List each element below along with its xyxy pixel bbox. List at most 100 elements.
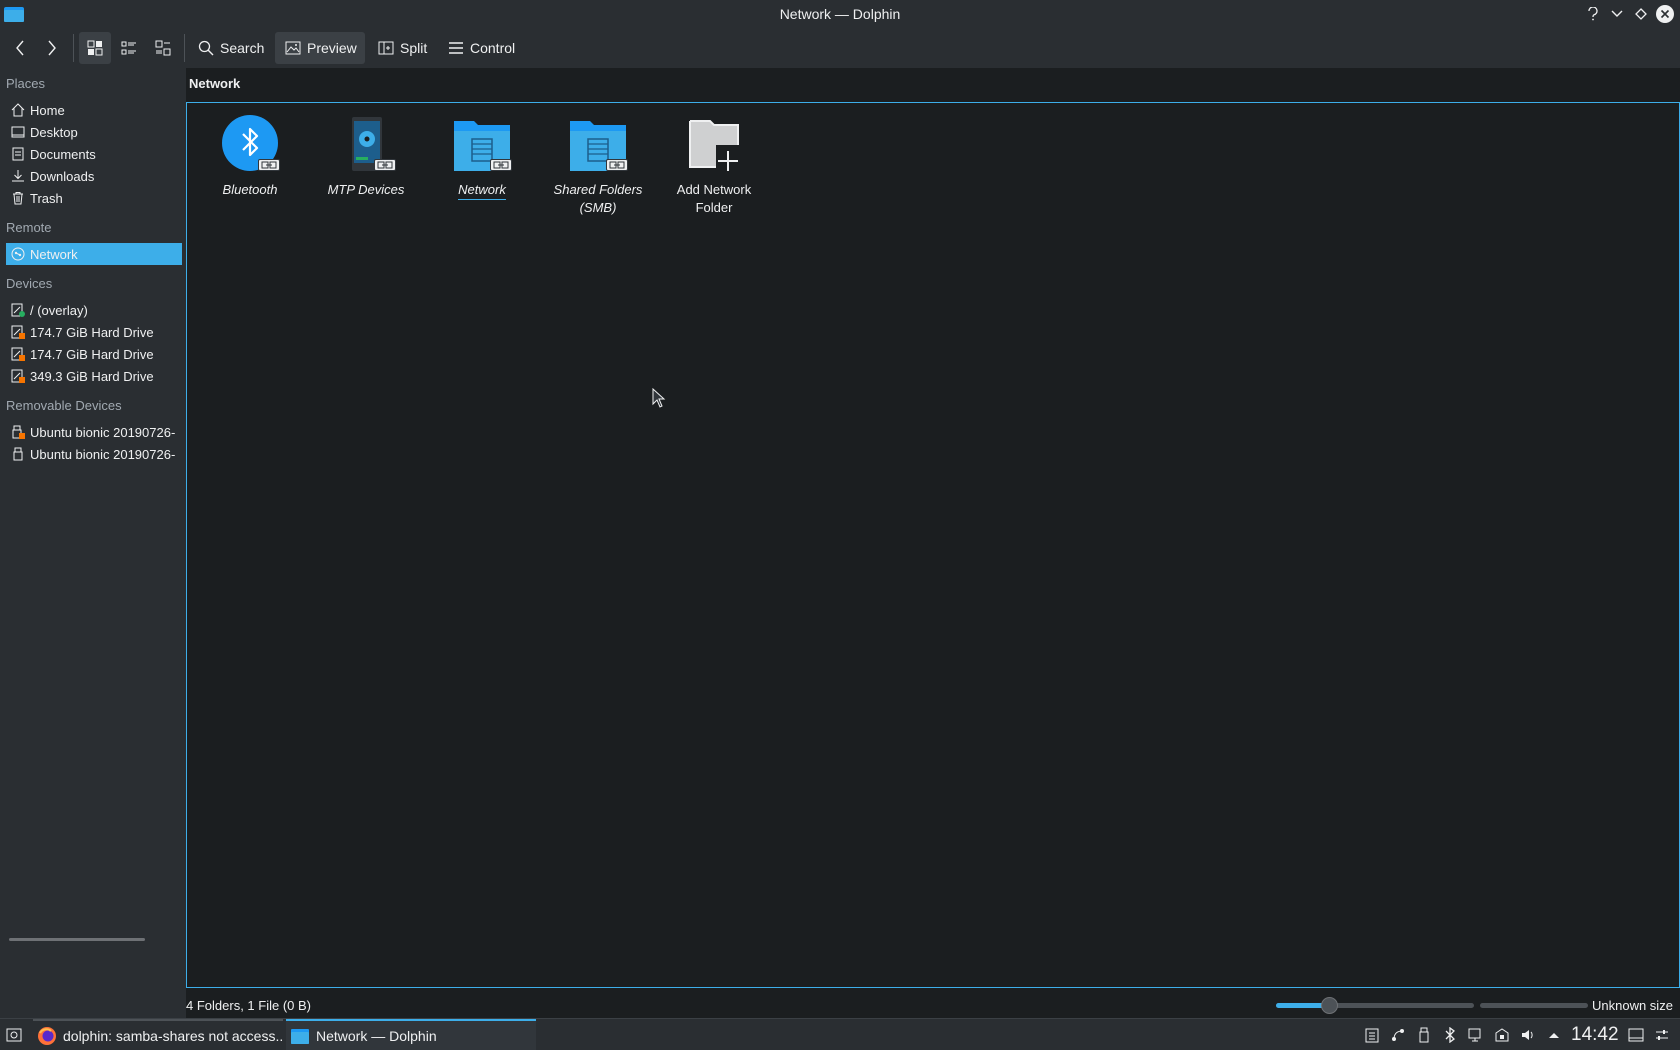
sidebar-item-desktop[interactable]: Desktop (6, 121, 182, 143)
icons-view-icon (87, 40, 103, 56)
chevron-right-icon (48, 40, 56, 56)
task-dolphin[interactable]: Network — Dolphin (286, 1019, 536, 1050)
title-bar: Network — Dolphin (0, 0, 1680, 28)
item-label: MTP Devices (327, 182, 405, 197)
clipboard-icon[interactable] (1364, 1027, 1380, 1043)
bluetooth-tray-icon[interactable] (1442, 1027, 1458, 1043)
mouse-cursor-icon (652, 388, 666, 408)
sidebar-item-label: Downloads (30, 168, 95, 184)
updates-icon[interactable] (1494, 1027, 1510, 1043)
compact-view-button[interactable] (113, 32, 145, 64)
sidebar-item-hard-drive-2[interactable]: 174.7 GiB Hard Drive (6, 343, 182, 365)
item-add-network-folder[interactable]: Add Network Folder (658, 113, 770, 217)
item-bluetooth[interactable]: Bluetooth (194, 113, 306, 199)
item-shared-folders-smb[interactable]: Shared Folders (SMB) (542, 113, 654, 217)
details-view-icon (155, 40, 171, 56)
close-button[interactable] (1656, 5, 1674, 23)
add-folder-icon (682, 113, 746, 177)
trash-icon (10, 190, 26, 206)
show-desktop-icon[interactable] (1628, 1027, 1644, 1043)
taskbar: dolphin: samba-shares not access... Netw… (0, 1018, 1680, 1050)
places-header: Places (6, 76, 46, 91)
sidebar-item-trash[interactable]: Trash (6, 187, 182, 209)
sidebar-item-usb-1[interactable]: Ubuntu bionic 20190726- (6, 421, 182, 443)
sidebar-item-label: Documents (30, 146, 96, 162)
zoom-slider-handle[interactable] (1321, 997, 1339, 1014)
downloads-icon (10, 168, 26, 184)
compact-view-icon (121, 41, 136, 55)
application-launcher-icon[interactable] (6, 1027, 22, 1043)
link-badge-icon (258, 159, 280, 171)
image-icon (285, 41, 301, 55)
zoom-slider[interactable] (1276, 997, 1474, 1014)
sidebar-item-label: Ubuntu bionic 20190726- (30, 424, 176, 440)
item-label: Add Network Folder (676, 182, 752, 215)
sidebar-item-usb-2[interactable]: Ubuntu bionic 20190726- (6, 443, 182, 465)
panel-settings-icon[interactable] (1654, 1027, 1670, 1043)
sidebar-item-home[interactable]: Home (6, 99, 182, 121)
link-badge-icon (374, 159, 396, 171)
link-badge-icon (606, 159, 628, 171)
sidebar-item-label: Desktop (30, 124, 78, 140)
desktop-icon (10, 124, 26, 140)
item-label: Network (458, 181, 506, 200)
split-button[interactable]: Split (372, 32, 434, 64)
network-folder-icon (450, 113, 514, 177)
network-tray-icon[interactable] (1468, 1027, 1484, 1043)
task-firefox[interactable]: dolphin: samba-shares not access... (33, 1019, 283, 1050)
help-button[interactable] (1584, 5, 1602, 23)
control-menu-button[interactable]: Control (442, 32, 522, 64)
usb-icon (10, 446, 26, 462)
toolbar-separator (73, 34, 74, 62)
item-mtp-devices[interactable]: MTP Devices (310, 113, 422, 199)
network-folder-icon (566, 113, 630, 177)
mtp-device-icon (334, 113, 398, 177)
bluetooth-icon (218, 113, 282, 177)
sidebar-item-hard-drive-3[interactable]: 349.3 GiB Hard Drive (6, 365, 182, 387)
sidebar-item-label: Trash (30, 190, 63, 206)
item-network[interactable]: Network (426, 113, 538, 200)
icons-view-button[interactable] (79, 32, 111, 64)
location-breadcrumb[interactable]: Network (189, 76, 240, 91)
toolbar-separator (184, 34, 185, 62)
window-title: Network — Dolphin (779, 6, 901, 22)
details-view-button[interactable] (147, 32, 179, 64)
sidebar-item-documents[interactable]: Documents (6, 143, 182, 165)
free-space-bar (1480, 1003, 1588, 1008)
task-label: dolphin: samba-shares not access... (63, 1028, 283, 1044)
sidebar-item-hard-drive-1[interactable]: 174.7 GiB Hard Drive (6, 321, 182, 343)
sidebar-item-downloads[interactable]: Downloads (6, 165, 182, 187)
free-space-label: Unknown size (1592, 998, 1673, 1013)
clock[interactable]: 14:42 (1571, 1024, 1619, 1046)
sidebar-item-label: 349.3 GiB Hard Drive (30, 368, 154, 384)
sidebar-item-label: 174.7 GiB Hard Drive (30, 346, 154, 362)
panel-resize-handle[interactable] (9, 938, 145, 941)
drive-icon (10, 346, 26, 362)
drive-icon (10, 324, 26, 340)
hamburger-menu-icon (449, 42, 463, 54)
network-icon (10, 246, 26, 262)
chevron-left-icon (16, 40, 24, 56)
link-badge-icon (490, 159, 512, 171)
sidebar-item-overlay[interactable]: / (overlay) (6, 299, 182, 321)
minimize-button[interactable] (1608, 5, 1626, 23)
back-button[interactable] (8, 32, 32, 64)
dolphin-icon (291, 1029, 309, 1044)
sidebar-item-network[interactable]: Network (6, 243, 182, 265)
chevron-up-icon[interactable] (1546, 1027, 1562, 1043)
maximize-button[interactable] (1632, 5, 1650, 23)
search-button[interactable]: Search (192, 32, 266, 64)
usb-icon (10, 424, 26, 440)
toolbar: Search Preview Split Control (0, 28, 1680, 68)
kde-connect-icon[interactable] (1390, 1027, 1406, 1043)
firefox-icon (38, 1027, 56, 1045)
status-bar: 4 Folders, 1 File (0 B) Unknown size (186, 994, 1680, 1016)
forward-button[interactable] (40, 32, 64, 64)
volume-icon[interactable] (1520, 1027, 1536, 1043)
control-label: Control (470, 40, 516, 56)
preview-button[interactable]: Preview (275, 32, 365, 64)
file-view[interactable]: Bluetooth MTP Devices Network Shared Fol… (186, 102, 1680, 988)
removable-device-icon[interactable] (1416, 1027, 1432, 1043)
preview-label: Preview (307, 40, 357, 56)
sidebar-item-label: 174.7 GiB Hard Drive (30, 324, 154, 340)
